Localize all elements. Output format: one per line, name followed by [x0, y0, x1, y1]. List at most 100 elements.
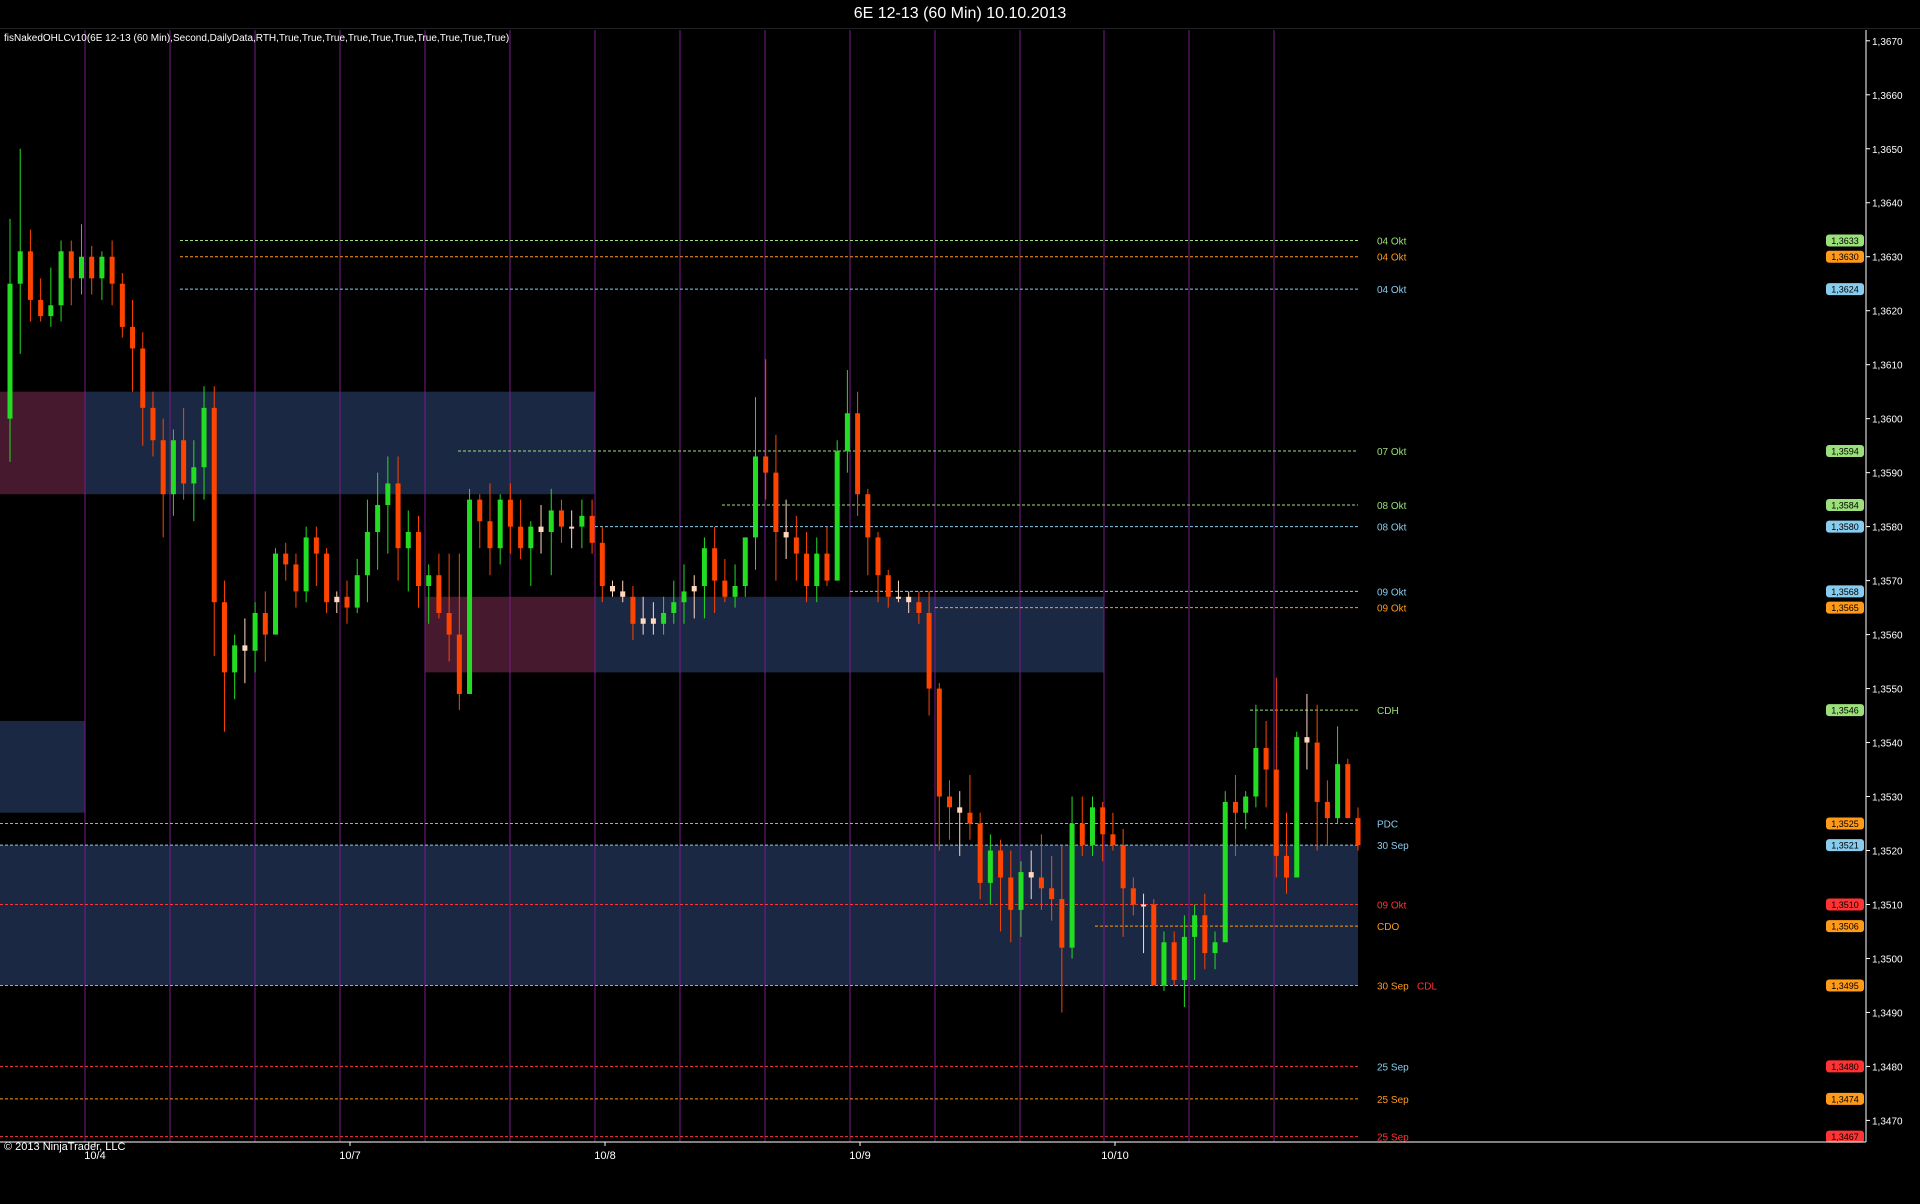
level-label: 09 Okt	[1377, 900, 1407, 911]
candle	[722, 559, 728, 603]
candle-body	[1018, 872, 1024, 910]
candle	[967, 774, 973, 840]
cdl-label: CDL	[1417, 981, 1437, 992]
candle	[415, 515, 421, 608]
candle	[17, 148, 23, 354]
candle-body	[712, 548, 718, 581]
candle	[477, 494, 483, 549]
level-label: 08 Okt	[1377, 523, 1407, 534]
candle	[783, 499, 789, 560]
candle	[497, 494, 503, 565]
candle-body	[1202, 915, 1208, 954]
y-tick-label: 1,3530	[1872, 793, 1903, 804]
candle-body	[262, 612, 268, 635]
candle-body	[221, 602, 227, 673]
candle	[589, 499, 595, 554]
candle-body	[885, 575, 891, 597]
candle-body	[1355, 818, 1361, 846]
candle-body	[27, 251, 33, 300]
candle-body	[793, 537, 799, 554]
candle	[834, 440, 840, 581]
candle	[1222, 791, 1228, 943]
candle	[293, 553, 299, 608]
candle-body	[1069, 823, 1075, 948]
price-tag-value: 1,3633	[1831, 236, 1859, 246]
price-tag-value: 1,3584	[1831, 501, 1859, 511]
y-tick-label: 1,3490	[1872, 1008, 1903, 1019]
candle	[569, 510, 575, 549]
candle-body	[456, 634, 462, 694]
price-chart[interactable]: 04 Okt 1,3633 04 Okt 1,3630 04 Okt 1,3624 07 O…	[0, 28, 1920, 1199]
candle-body	[1008, 877, 1014, 910]
candle-body	[671, 602, 677, 613]
price-tag-value: 1,3546	[1831, 706, 1859, 716]
candle	[221, 580, 227, 732]
candle-body	[324, 553, 330, 603]
y-tick-label: 1,3650	[1872, 145, 1903, 156]
candle-body	[650, 618, 656, 624]
candle-body	[538, 526, 544, 533]
candle-body	[58, 251, 64, 306]
chart-canvas[interactable]: 04 Okt 1,3633 04 Okt 1,3630 04 Okt 1,3624 07 O…	[0, 28, 1920, 1199]
candle	[1324, 780, 1330, 846]
candle-body	[487, 521, 493, 549]
candle-body	[804, 553, 810, 586]
candle	[232, 634, 238, 700]
level-label: 25 Sep	[1377, 1062, 1409, 1073]
candle-body	[1110, 834, 1116, 846]
candle-body	[926, 612, 932, 689]
candle	[1253, 704, 1259, 808]
price-tag-value: 1,3506	[1831, 922, 1859, 932]
y-tick-label: 1,3640	[1872, 199, 1903, 210]
candle-body	[48, 305, 54, 317]
candle-body	[1212, 942, 1218, 954]
candle	[170, 429, 176, 516]
candle-body	[1294, 737, 1300, 878]
level-label: 04 Okt	[1377, 253, 1407, 264]
candle-body	[548, 510, 554, 533]
candle-body	[947, 796, 953, 808]
candle-body	[916, 602, 922, 613]
candle	[947, 780, 953, 840]
candle	[599, 526, 605, 603]
candle-body	[620, 591, 626, 597]
candle	[1345, 758, 1351, 819]
y-tick-label: 1,3500	[1872, 954, 1903, 965]
candle-body	[1059, 899, 1065, 948]
candle-body	[569, 526, 575, 529]
level-label: 09 Okt	[1377, 604, 1407, 615]
candle-body	[998, 850, 1004, 878]
candle-body	[814, 553, 820, 586]
candle	[538, 505, 544, 554]
candle-body	[763, 456, 769, 473]
y-tick-label: 1,3580	[1872, 523, 1903, 534]
level-label: CDH	[1377, 706, 1399, 717]
candle	[1069, 796, 1075, 959]
candle	[1355, 807, 1361, 851]
candle-body	[385, 483, 391, 506]
price-zone	[0, 720, 85, 813]
candle-body	[681, 591, 687, 603]
y-tick-label: 1,3570	[1872, 577, 1903, 588]
candle-body	[855, 413, 861, 495]
candle	[68, 240, 74, 306]
y-tick-label: 1,3620	[1872, 307, 1903, 318]
candle-body	[313, 537, 319, 554]
level-label: 07 Okt	[1377, 447, 1407, 458]
candle-body	[507, 499, 513, 527]
candle-body	[1345, 764, 1351, 819]
candle	[354, 559, 360, 613]
candle	[27, 229, 33, 322]
candle	[405, 510, 411, 592]
candle-body	[1314, 742, 1320, 802]
candle	[763, 359, 769, 500]
candle	[824, 526, 830, 586]
candle	[814, 537, 820, 603]
candle	[1335, 726, 1341, 824]
y-tick-label: 1,3600	[1872, 415, 1903, 426]
candle	[752, 397, 758, 570]
x-tick-label: 10/10	[1101, 1150, 1129, 1162]
y-tick-label: 1,3540	[1872, 739, 1903, 750]
candle-body	[119, 283, 125, 327]
candle	[1263, 720, 1269, 808]
